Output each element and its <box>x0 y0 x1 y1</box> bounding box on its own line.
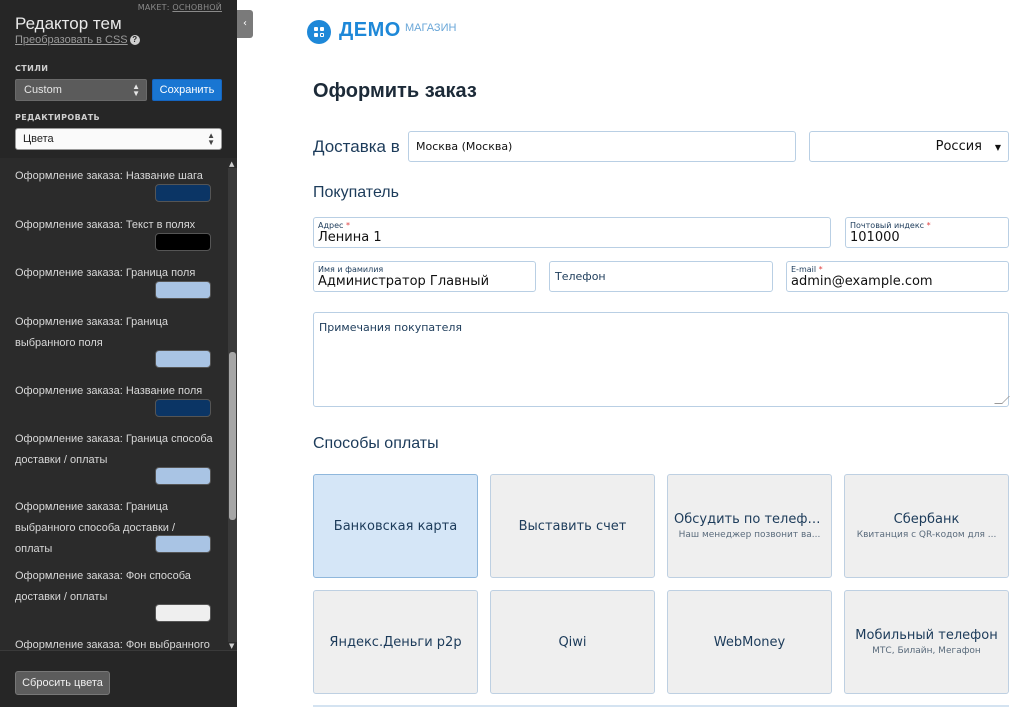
payment-method-option[interactable]: Яндекс.Деньги p2p <box>313 590 478 694</box>
edit-select-value: Цвета <box>23 133 54 145</box>
payment-method-name: Обсудить по телефону <box>674 512 831 527</box>
phone-input[interactable]: Телефон <box>549 261 773 292</box>
email-label: E-mail * <box>791 265 823 274</box>
logo-subtitle: МАГАЗИН <box>405 22 457 34</box>
color-setting-item: Оформление заказа: Фон выбранного <box>15 635 215 650</box>
select-arrows-icon: ▲ ▼ <box>132 82 140 98</box>
city-input[interactable]: Москва (Москва) <box>408 131 796 162</box>
resize-grip-icon[interactable] <box>994 396 1010 404</box>
color-setting-item: Оформление заказа: Название шага <box>15 166 215 202</box>
theme-editor-title: Редактор тем <box>15 14 122 33</box>
payment-method-name: Сбербанк <box>893 512 960 527</box>
phone-placeholder: Телефон <box>555 270 606 283</box>
chevron-left-icon: ‹ <box>243 18 247 29</box>
dropdown-arrow-icon: ▼ <box>994 143 1001 152</box>
styles-select[interactable]: Custom ▲ ▼ <box>15 79 147 101</box>
payment-method-option[interactable]: Сбербанк Квитанция с QR-кодом для ... <box>844 474 1009 578</box>
payment-method-description: МТС, Билайн, Мегафон <box>872 646 981 656</box>
color-swatch[interactable] <box>155 350 211 368</box>
payment-method-option[interactable]: WebMoney <box>667 590 832 694</box>
convert-to-css-label: Преобразовать в CSS <box>15 34 128 46</box>
scroll-down-icon[interactable]: ▼ <box>229 642 234 650</box>
address-input[interactable]: Адрес * Ленина 1 <box>313 217 831 248</box>
page-title: Оформить заказ <box>313 80 477 102</box>
full-name-input[interactable]: Имя и фамилия Администратор Главный <box>313 261 536 292</box>
color-swatch[interactable] <box>155 184 211 202</box>
color-setting-label: Оформление заказа: Фон выбранного <box>15 639 210 650</box>
color-settings-list: Оформление заказа: Название шага Оформлен… <box>0 158 237 650</box>
color-setting-item: Оформление заказа: Название поля <box>15 381 215 417</box>
payment-method-option[interactable]: Qiwi <box>490 590 655 694</box>
payment-method-option[interactable]: Обсудить по телефону Наш менеджер позвони… <box>667 474 832 578</box>
color-swatch[interactable] <box>155 233 211 251</box>
color-setting-label: Оформление заказа: Граница <box>15 501 169 513</box>
layout-link[interactable]: ОСНОВНОЙ <box>172 3 222 12</box>
styles-label: СТИЛИ <box>15 64 49 73</box>
buyer-heading: Покупатель <box>313 184 399 201</box>
color-setting-item: Оформление заказа: Граница выбранного спо… <box>15 497 215 560</box>
payment-method-description: Наш менеджер позвонит ва... <box>678 530 821 540</box>
convert-to-css-link[interactable]: Преобразовать в CSS? <box>15 34 140 46</box>
color-setting-item: Оформление заказа: Граница способа достав… <box>15 429 215 485</box>
color-setting-label: Оформление заказа: Фон способа <box>15 570 191 582</box>
layout-indicator: МАКЕТ: ОСНОВНОЙ <box>138 3 222 12</box>
payment-method-name: WebMoney <box>713 635 786 650</box>
full-name-label: Имя и фамилия <box>318 265 384 274</box>
theme-editor-header: МАКЕТ: ОСНОВНОЙ Редактор тем Преобразова… <box>0 0 237 158</box>
zip-value: 101000 <box>850 230 900 245</box>
styles-select-value: Custom <box>24 84 62 96</box>
color-swatch[interactable] <box>155 535 211 553</box>
color-setting-item: Оформление заказа: Граница поля <box>15 263 215 299</box>
full-name-value: Администратор Главный <box>318 274 490 289</box>
scroll-up-icon[interactable]: ▲ <box>229 160 234 168</box>
email-value: admin@example.com <box>791 274 933 289</box>
layout-label: МАКЕТ: <box>137 3 170 12</box>
payment-method-option[interactable]: Мобильный телефон МТС, Билайн, Мегафон <box>844 590 1009 694</box>
payment-method-name: Банковская карта <box>333 519 458 534</box>
payment-method-option[interactable]: Банковская карта <box>313 474 478 578</box>
payment-method-name: Яндекс.Деньги p2p <box>329 635 462 650</box>
edit-label: РЕДАКТИРОВАТЬ <box>15 113 101 122</box>
payment-method-name: Qiwi <box>558 635 587 650</box>
address-label: Адрес * <box>318 221 350 230</box>
logo-word: ДЕМО <box>339 19 401 41</box>
country-select[interactable]: Россия ▼ <box>809 131 1009 162</box>
color-setting-item: Оформление заказа: Текст в полях <box>15 215 215 251</box>
email-input[interactable]: E-mail * admin@example.com <box>786 261 1009 292</box>
city-value: Москва (Москва) <box>416 140 513 153</box>
theme-editor-footer: Сбросить цвета <box>0 650 237 707</box>
reset-colors-button[interactable]: Сбросить цвета <box>15 671 110 695</box>
save-button[interactable]: Сохранить <box>152 79 222 101</box>
zip-label: Почтовый индекс * <box>850 221 931 230</box>
address-value: Ленина 1 <box>318 230 382 245</box>
collapse-editor-button[interactable]: ‹ <box>237 10 253 38</box>
theme-editor-panel: МАКЕТ: ОСНОВНОЙ Редактор тем Преобразова… <box>0 0 237 707</box>
color-swatch[interactable] <box>155 399 211 417</box>
payment-method-name: Мобильный телефон <box>855 628 998 643</box>
color-setting-label: Оформление заказа: Граница <box>15 316 169 328</box>
customer-notes-textarea[interactable]: Примечания покупателя <box>313 312 1010 407</box>
payment-method-name: Выставить счет <box>518 519 627 534</box>
select-arrows-icon: ▲ ▼ <box>207 131 215 147</box>
logo-icon <box>307 20 331 44</box>
color-setting-item: Оформление заказа: Фон способа доставки /… <box>15 566 215 622</box>
payment-heading: Способы оплаты <box>313 435 439 452</box>
help-icon[interactable]: ? <box>129 35 140 45</box>
payment-method-description: Квитанция с QR-кодом для ... <box>856 530 997 540</box>
zip-input[interactable]: Почтовый индекс * 101000 <box>845 217 1009 248</box>
payment-method-option[interactable]: Выставить счет <box>490 474 655 578</box>
color-swatch[interactable] <box>155 604 211 622</box>
country-value: Россия <box>935 139 982 154</box>
delivery-heading: Доставка в <box>313 137 400 156</box>
color-swatch[interactable] <box>155 281 211 299</box>
color-list-scroll-thumb[interactable] <box>229 352 236 520</box>
color-setting-label: Оформление заказа: Граница способа <box>15 433 213 445</box>
color-swatch[interactable] <box>155 467 211 485</box>
edit-select[interactable]: Цвета ▲ ▼ <box>15 128 222 150</box>
notes-placeholder: Примечания покупателя <box>319 321 462 334</box>
color-setting-item: Оформление заказа: Граница выбранного пол… <box>15 312 215 368</box>
